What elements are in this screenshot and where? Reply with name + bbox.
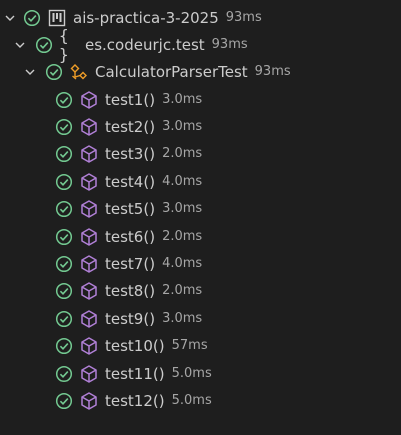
- method-icon: [79, 172, 99, 192]
- passed-icon: [35, 36, 53, 54]
- repo-icon: [47, 8, 67, 28]
- tree-item-test[interactable]: test10() 57ms: [0, 332, 401, 359]
- test-duration: 5.0ms: [171, 366, 212, 381]
- passed-icon: [55, 145, 73, 163]
- passed-icon: [55, 365, 73, 383]
- test-name: test10(): [105, 336, 165, 355]
- tree-item-test[interactable]: test9() 3.0ms: [0, 305, 401, 332]
- class-icon: [69, 62, 89, 82]
- chevron-down-icon[interactable]: [13, 38, 27, 52]
- method-icon: [79, 144, 99, 164]
- tree-item-test[interactable]: test6() 2.0ms: [0, 223, 401, 250]
- method-icon: [79, 254, 99, 274]
- method-icon: [79, 391, 99, 411]
- test-duration: 4.0ms: [162, 256, 203, 271]
- passed-icon: [55, 200, 73, 218]
- class-name: CalculatorParserTest: [95, 62, 248, 81]
- passed-icon: [55, 337, 73, 355]
- passed-icon: [55, 118, 73, 136]
- passed-icon: [45, 63, 63, 81]
- class-duration: 93ms: [254, 64, 291, 79]
- tree-item-test[interactable]: test3() 2.0ms: [0, 140, 401, 167]
- passed-icon: [55, 392, 73, 410]
- tree-item-test[interactable]: test8() 2.0ms: [0, 277, 401, 304]
- tree-item-class[interactable]: CalculatorParserTest 93ms: [0, 58, 401, 85]
- method-icon: [79, 90, 99, 110]
- chevron-down-icon[interactable]: [3, 11, 17, 25]
- method-icon: [79, 309, 99, 329]
- method-icon: [79, 336, 99, 356]
- tree-item-test[interactable]: test12() 5.0ms: [0, 387, 401, 414]
- test-duration: 4.0ms: [162, 174, 203, 189]
- test-name: test8(): [105, 281, 156, 300]
- test-name: test5(): [105, 199, 156, 218]
- tree-item-test[interactable]: test5() 3.0ms: [0, 195, 401, 222]
- passed-icon: [55, 310, 73, 328]
- test-duration: 57ms: [171, 338, 208, 353]
- test-duration: 2.0ms: [162, 283, 203, 298]
- method-icon: [79, 281, 99, 301]
- test-duration: 2.0ms: [162, 146, 203, 161]
- test-name: test1(): [105, 90, 156, 109]
- test-name: test9(): [105, 309, 156, 328]
- tree-item-package[interactable]: { } es.codeurjc.test 93ms: [0, 25, 401, 64]
- chevron-down-icon[interactable]: [23, 65, 37, 79]
- test-duration: 3.0ms: [162, 119, 203, 134]
- passed-icon: [55, 282, 73, 300]
- passed-icon: [23, 9, 41, 27]
- test-name: test3(): [105, 144, 156, 163]
- project-duration: 93ms: [225, 10, 262, 25]
- test-name: test12(): [105, 391, 165, 410]
- method-icon: [79, 199, 99, 219]
- tree-item-test[interactable]: test2() 3.0ms: [0, 113, 401, 140]
- test-duration: 3.0ms: [162, 92, 203, 107]
- passed-icon: [55, 228, 73, 246]
- project-name: ais-practica-3-2025: [73, 8, 219, 27]
- test-name: test7(): [105, 254, 156, 273]
- test-name: test4(): [105, 172, 156, 191]
- tree-item-test[interactable]: test11() 5.0ms: [0, 360, 401, 387]
- test-duration: 3.0ms: [162, 201, 203, 216]
- package-name: es.codeurjc.test: [85, 35, 205, 54]
- test-duration: 3.0ms: [162, 311, 203, 326]
- package-duration: 93ms: [211, 37, 248, 52]
- test-name: test2(): [105, 117, 156, 136]
- braces-icon: { }: [59, 25, 70, 64]
- tree-item-test[interactable]: test1() 3.0ms: [0, 86, 401, 113]
- test-name: test6(): [105, 227, 156, 246]
- passed-icon: [55, 173, 73, 191]
- method-icon: [79, 117, 99, 137]
- method-icon: [79, 227, 99, 247]
- test-duration: 2.0ms: [162, 229, 203, 244]
- method-icon: [79, 364, 99, 384]
- test-name: test11(): [105, 364, 165, 383]
- test-duration: 5.0ms: [171, 393, 212, 408]
- passed-icon: [55, 91, 73, 109]
- tree-item-test[interactable]: test4() 4.0ms: [0, 168, 401, 195]
- tree-item-test[interactable]: test7() 4.0ms: [0, 250, 401, 277]
- passed-icon: [55, 255, 73, 273]
